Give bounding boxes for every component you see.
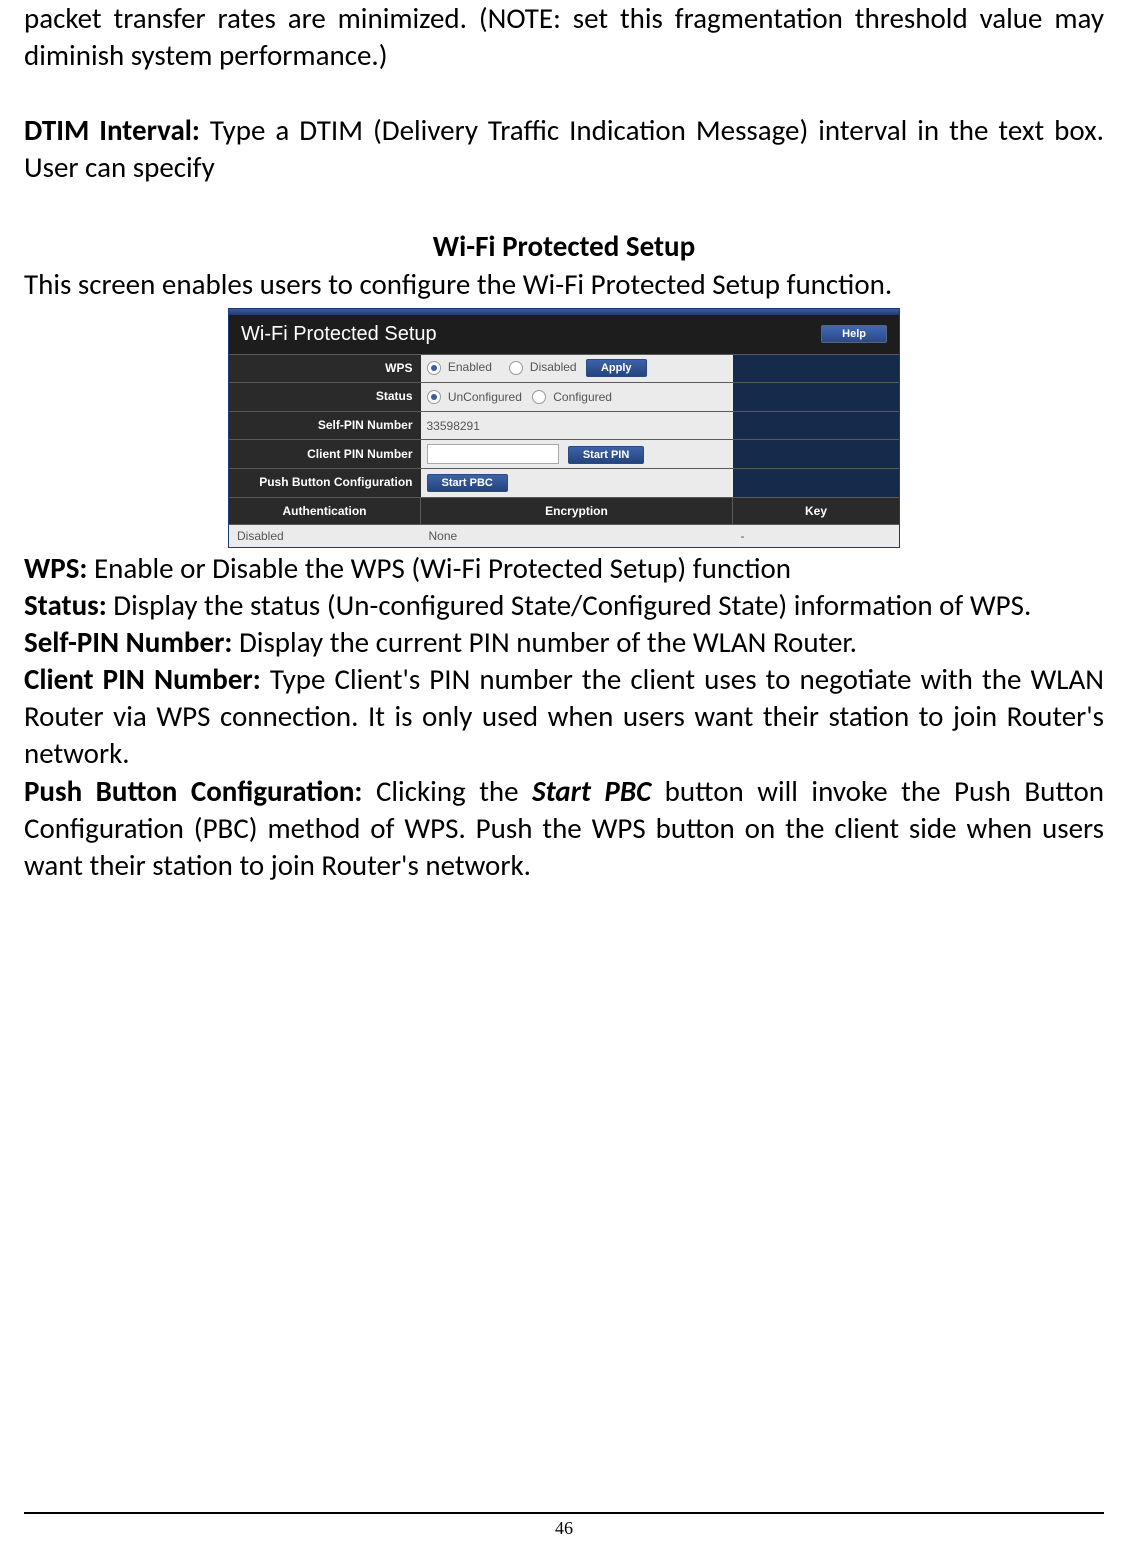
desc-status: Status: Display the status (Un-configure… — [24, 587, 1104, 624]
paragraph-fragment-threshold: packet transfer rates are minimized. (NO… — [24, 0, 1104, 74]
router-header: Wi-Fi Protected Setup Help — [229, 315, 899, 354]
desc-selfpin-text: Display the current PIN number of the WL… — [232, 624, 857, 660]
desc-status-label: Status: — [24, 587, 107, 623]
row-clientpin: Client PIN Number Start PIN — [229, 440, 899, 469]
clientpin-label: Client PIN Number — [229, 440, 421, 469]
paragraph-dtim: DTIM Interval: Type a DTIM (Delivery Tra… — [24, 112, 1104, 186]
desc-clientpin-label: Client PIN Number: — [24, 661, 261, 697]
wps-enabled-radio[interactable] — [427, 361, 441, 375]
section-intro: This screen enables users to configure t… — [24, 266, 1104, 303]
row-pbc: Push Button Configuration Start PBC — [229, 469, 899, 498]
status-unconfigured-text: UnConfigured — [448, 390, 522, 404]
auth-head-authentication: Authentication — [229, 497, 421, 524]
auth-data-authentication: Disabled — [229, 524, 421, 547]
router-form-table: WPS Enabled Disabled Apply Status UnConf… — [229, 354, 899, 547]
router-screenshot: Wi-Fi Protected Setup Help WPS Enabled D… — [228, 308, 900, 548]
wps-disabled-radio[interactable] — [509, 361, 523, 375]
desc-wps-text: Enable or Disable the WPS (Wi-Fi Protect… — [87, 550, 791, 586]
desc-pbc-startpbc: Start PBC — [532, 773, 651, 809]
wps-enabled-text: Enabled — [448, 360, 492, 374]
help-button[interactable]: Help — [821, 325, 887, 343]
status-unconfigured-radio[interactable] — [427, 390, 441, 404]
section-heading-wps: Wi-Fi Protected Setup — [24, 224, 1104, 266]
auth-header-row: Authentication Encryption Key — [229, 497, 899, 524]
desc-wps-label: WPS: — [24, 550, 87, 586]
page-number: 46 — [24, 1518, 1104, 1539]
selfpin-label: Self-PIN Number — [229, 411, 421, 440]
status-configured-text: Configured — [553, 390, 612, 404]
clientpin-input[interactable] — [427, 444, 559, 464]
pbc-label: Push Button Configuration — [229, 469, 421, 498]
status-label: Status — [229, 383, 421, 412]
desc-wps: WPS: Enable or Disable the WPS (Wi-Fi Pr… — [24, 550, 1104, 587]
auth-data-row: Disabled None - — [229, 524, 899, 547]
desc-pbc: Push Button Configuration: Clicking the … — [24, 773, 1104, 884]
start-pin-button[interactable]: Start PIN — [568, 446, 644, 464]
row-wps: WPS Enabled Disabled Apply — [229, 354, 899, 383]
desc-pbc-text1: Clicking the — [362, 773, 532, 809]
auth-head-encryption: Encryption — [421, 497, 733, 524]
desc-clientpin: Client PIN Number: Type Client's PIN num… — [24, 661, 1104, 772]
start-pbc-button[interactable]: Start PBC — [427, 474, 508, 492]
wps-disabled-text: Disabled — [530, 360, 577, 374]
row-selfpin: Self-PIN Number 33598291 — [229, 411, 899, 440]
wps-label: WPS — [229, 354, 421, 383]
desc-selfpin: Self-PIN Number: Display the current PIN… — [24, 624, 1104, 661]
auth-data-key: - — [733, 524, 900, 547]
row-status: Status UnConfigured Configured — [229, 383, 899, 412]
status-configured-radio[interactable] — [532, 390, 546, 404]
desc-status-text: Display the status (Un-configured State/… — [107, 587, 1032, 623]
desc-pbc-label: Push Button Configuration: — [24, 773, 362, 809]
auth-data-encryption: None — [421, 524, 733, 547]
selfpin-value: 33598291 — [421, 411, 733, 440]
page-footer: 46 — [24, 1512, 1104, 1539]
desc-selfpin-label: Self-PIN Number: — [24, 624, 232, 660]
router-title: Wi-Fi Protected Setup — [241, 323, 437, 346]
apply-button[interactable]: Apply — [586, 359, 647, 377]
footer-rule — [24, 1512, 1104, 1514]
dtim-label: DTIM Interval: — [24, 112, 200, 148]
auth-head-key: Key — [733, 497, 900, 524]
